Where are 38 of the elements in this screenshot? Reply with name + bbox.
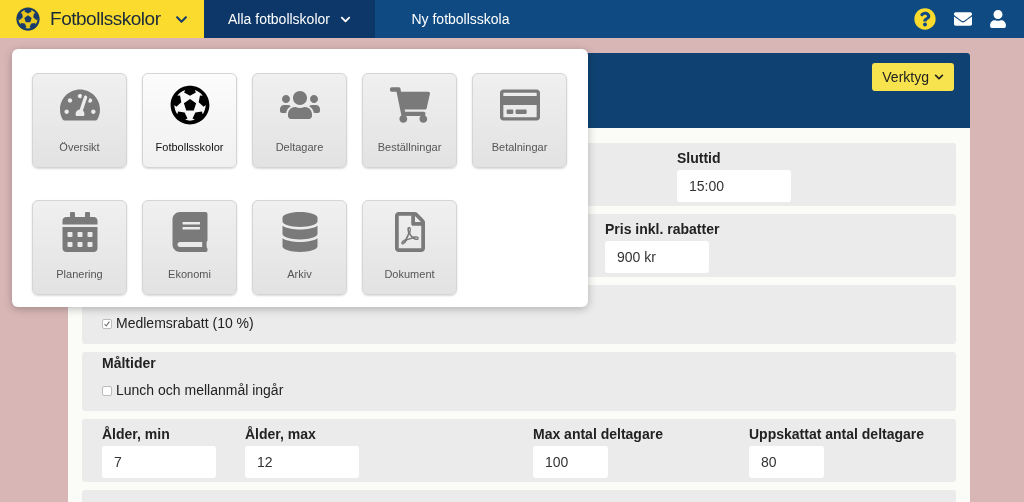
- checkbox[interactable]: [102, 385, 112, 396]
- field-label: Pris inkl. rabatter: [605, 220, 720, 235]
- nav-tab[interactable]: Ny fotbollsskola: [375, 0, 546, 38]
- football-icon: [169, 85, 210, 126]
- cart-icon: [389, 85, 430, 126]
- user-icon[interactable]: [990, 10, 1006, 28]
- app-tile[interactable]: Dokument: [362, 200, 457, 295]
- checkbox-label: Medlemsrabatt (10 %): [116, 314, 254, 333]
- input-field[interactable]: 12: [245, 446, 359, 478]
- input-field[interactable]: 7: [102, 446, 216, 478]
- app-tile[interactable]: Fotbollsskolor: [142, 73, 237, 168]
- checkbox[interactable]: [102, 318, 112, 329]
- input-field[interactable]: 15:00: [677, 170, 791, 202]
- nav-tab[interactable]: Alla fotbollskolor: [204, 0, 375, 38]
- field-label: Max antal deltagare: [533, 425, 663, 440]
- field-label: Sluttid: [677, 149, 721, 164]
- input-field[interactable]: 900 kr: [605, 241, 709, 273]
- section-title: Måltider: [102, 354, 157, 373]
- app-tile[interactable]: Arkiv: [252, 200, 347, 295]
- checkbox-label: Lunch och mellanmål ingår: [116, 381, 284, 400]
- field-label: Ålder, max: [245, 425, 316, 440]
- app-tile[interactable]: Planering: [32, 200, 127, 295]
- app-tile[interactable]: Deltagare: [252, 73, 347, 168]
- check-icon: [103, 319, 111, 328]
- app-tile[interactable]: Beställningar: [362, 73, 457, 168]
- field-label: Uppskattat antal deltagare: [749, 425, 925, 440]
- chevron-icon: [934, 72, 944, 82]
- app-tile[interactable]: Ekonomi: [142, 200, 237, 295]
- help-icon[interactable]: [914, 8, 936, 30]
- mail-icon[interactable]: [954, 10, 972, 28]
- tools-button[interactable]: Verktyg: [872, 63, 954, 91]
- app-tile[interactable]: Översikt: [32, 73, 127, 168]
- app-tile[interactable]: Betalningar: [472, 73, 567, 168]
- book-icon: [169, 212, 210, 253]
- field-label: Ålder, min: [102, 425, 170, 440]
- input-field[interactable]: 100: [533, 446, 608, 478]
- football-logo-icon: [16, 7, 40, 31]
- input-field[interactable]: 80: [749, 446, 824, 478]
